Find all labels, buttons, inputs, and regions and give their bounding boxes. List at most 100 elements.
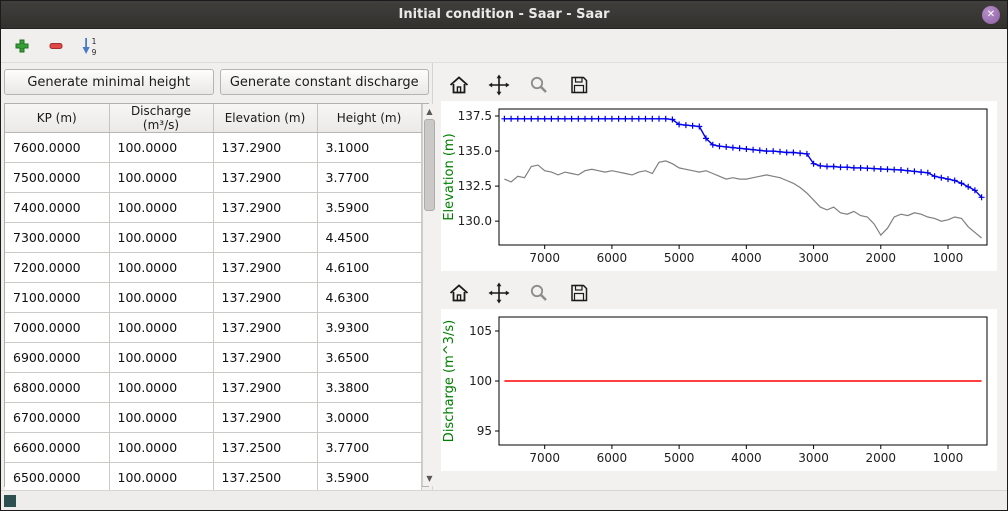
save-icon xyxy=(567,73,591,97)
table-cell[interactable]: 137.2900 xyxy=(213,163,317,193)
table-scrollbar[interactable]: ▲ ▼ xyxy=(422,104,437,486)
add-row-button[interactable] xyxy=(9,33,35,59)
table-cell[interactable]: 7100.0000 xyxy=(5,283,109,313)
table-cell[interactable]: 7000.0000 xyxy=(5,313,109,343)
table-row[interactable]: 7600.0000100.0000137.29003.1000 xyxy=(5,133,421,163)
elevation-chart[interactable]: 7000600050004000300020001000130.0132.513… xyxy=(441,101,997,271)
table-cell[interactable]: 137.2900 xyxy=(213,343,317,373)
corner-grip xyxy=(4,495,16,507)
table-cell[interactable]: 3.3800 xyxy=(317,373,421,403)
discharge-chart[interactable]: 700060005000400030002000100095100105Disc… xyxy=(441,309,997,471)
table-cell[interactable]: 3.9300 xyxy=(317,313,421,343)
scrollbar-track[interactable] xyxy=(422,119,437,471)
scrollbar-thumb[interactable] xyxy=(424,119,435,211)
table-cell[interactable]: 137.2900 xyxy=(213,253,317,283)
table-cell[interactable]: 3.1000 xyxy=(317,133,421,163)
column-header[interactable]: KP (m) xyxy=(5,104,109,133)
window-title: Initial condition - Saar - Saar xyxy=(398,7,609,22)
table-row[interactable]: 7100.0000100.0000137.29004.6300 xyxy=(5,283,421,313)
generate-minimal-height-button[interactable]: Generate minimal height xyxy=(4,69,214,95)
table-row[interactable]: 7400.0000100.0000137.29003.5900 xyxy=(5,193,421,223)
table-cell[interactable]: 3.0000 xyxy=(317,403,421,433)
table-cell[interactable]: 100.0000 xyxy=(109,313,213,343)
table-cell[interactable]: 3.5900 xyxy=(317,193,421,223)
table-row[interactable]: 6600.0000100.0000137.25003.7700 xyxy=(5,433,421,463)
table-cell[interactable]: 3.6500 xyxy=(317,343,421,373)
table-cell[interactable]: 137.2900 xyxy=(213,373,317,403)
titlebar[interactable]: Initial condition - Saar - Saar ✕ xyxy=(1,1,1007,29)
column-header[interactable]: Discharge (m³/s) xyxy=(109,104,213,133)
table-cell[interactable]: 137.2900 xyxy=(213,193,317,223)
table-cell[interactable]: 7500.0000 xyxy=(5,163,109,193)
table-cell[interactable]: 4.4500 xyxy=(317,223,421,253)
table-cell[interactable]: 100.0000 xyxy=(109,433,213,463)
save-button[interactable] xyxy=(565,71,593,99)
table-row[interactable]: 6700.0000100.0000137.29003.0000 xyxy=(5,403,421,433)
y-axis-label: Elevation (m) xyxy=(442,133,457,220)
y-tick-label: 132.5 xyxy=(458,179,492,193)
table-cell[interactable]: 100.0000 xyxy=(109,343,213,373)
content: Generate minimal height Generate constan… xyxy=(1,63,1007,492)
home-button[interactable] xyxy=(445,71,473,99)
elevation-chart-toolbar xyxy=(441,69,1007,101)
zoom-button[interactable] xyxy=(525,279,553,307)
pan-button[interactable] xyxy=(485,279,513,307)
table-cell[interactable]: 100.0000 xyxy=(109,193,213,223)
table-cell[interactable]: 3.7700 xyxy=(317,163,421,193)
table-cell[interactable]: 6700.0000 xyxy=(5,403,109,433)
table-cell[interactable]: 100.0000 xyxy=(109,403,213,433)
table-cell[interactable]: 137.2900 xyxy=(213,313,317,343)
table-cell[interactable]: 100.0000 xyxy=(109,163,213,193)
table-cell[interactable]: 137.2500 xyxy=(213,433,317,463)
table-row[interactable]: 6500.0000100.0000137.25003.5900 xyxy=(5,463,421,493)
table-row[interactable]: 6900.0000100.0000137.29003.6500 xyxy=(5,343,421,373)
table-cell[interactable]: 100.0000 xyxy=(109,373,213,403)
table-row[interactable]: 7300.0000100.0000137.29004.4500 xyxy=(5,223,421,253)
table-cell[interactable]: 6800.0000 xyxy=(5,373,109,403)
table-cell[interactable]: 3.5900 xyxy=(317,463,421,493)
x-tick-label: 7000 xyxy=(529,451,560,465)
table-cell[interactable]: 6500.0000 xyxy=(5,463,109,493)
table-cell[interactable]: 137.2900 xyxy=(213,223,317,253)
table-cell[interactable]: 100.0000 xyxy=(109,463,213,493)
left-panel: Generate minimal height Generate constan… xyxy=(1,63,433,492)
save-button[interactable] xyxy=(565,279,593,307)
table-row[interactable]: 7500.0000100.0000137.29003.7700 xyxy=(5,163,421,193)
table-cell[interactable]: 100.0000 xyxy=(109,133,213,163)
x-tick-label: 3000 xyxy=(798,451,829,465)
plot-area[interactable] xyxy=(499,109,987,245)
column-header[interactable]: Height (m) xyxy=(317,104,421,133)
table-row[interactable]: 6800.0000100.0000137.29003.3800 xyxy=(5,373,421,403)
delete-row-button[interactable] xyxy=(43,33,69,59)
table-cell[interactable]: 100.0000 xyxy=(109,253,213,283)
table-cell[interactable]: 6900.0000 xyxy=(5,343,109,373)
table-cell[interactable]: 6600.0000 xyxy=(5,433,109,463)
table-cell[interactable]: 4.6100 xyxy=(317,253,421,283)
table-cell[interactable]: 7400.0000 xyxy=(5,193,109,223)
table-cell[interactable]: 137.2900 xyxy=(213,283,317,313)
table-cell[interactable]: 7600.0000 xyxy=(5,133,109,163)
close-button[interactable]: ✕ xyxy=(982,6,1000,24)
right-panel: 7000600050004000300020001000130.0132.513… xyxy=(433,63,1007,492)
pan-button[interactable] xyxy=(485,71,513,99)
table-cell[interactable]: 137.2900 xyxy=(213,403,317,433)
generate-constant-discharge-button[interactable]: Generate constant discharge xyxy=(220,69,430,95)
table-row[interactable]: 7000.0000100.0000137.29003.9300 xyxy=(5,313,421,343)
table-cell[interactable]: 7200.0000 xyxy=(5,253,109,283)
save-icon xyxy=(567,281,591,305)
discharge-chart-toolbar xyxy=(441,277,1007,309)
table-cell[interactable]: 137.2500 xyxy=(213,463,317,493)
zoom-button[interactable] xyxy=(525,71,553,99)
table-row[interactable]: 7200.0000100.0000137.29004.6100 xyxy=(5,253,421,283)
table-cell[interactable]: 3.7700 xyxy=(317,433,421,463)
table-cell[interactable]: 7300.0000 xyxy=(5,223,109,253)
table-cell[interactable]: 4.6300 xyxy=(317,283,421,313)
window: Initial condition - Saar - Saar ✕ 1 9 xyxy=(0,0,1008,511)
table-cell[interactable]: 100.0000 xyxy=(109,223,213,253)
table-cell[interactable]: 100.0000 xyxy=(109,283,213,313)
column-header[interactable]: Elevation (m) xyxy=(213,104,317,133)
svg-text:1: 1 xyxy=(92,37,97,46)
home-button[interactable] xyxy=(445,279,473,307)
sort-button[interactable]: 1 9 xyxy=(77,33,103,59)
table-cell[interactable]: 137.2900 xyxy=(213,133,317,163)
